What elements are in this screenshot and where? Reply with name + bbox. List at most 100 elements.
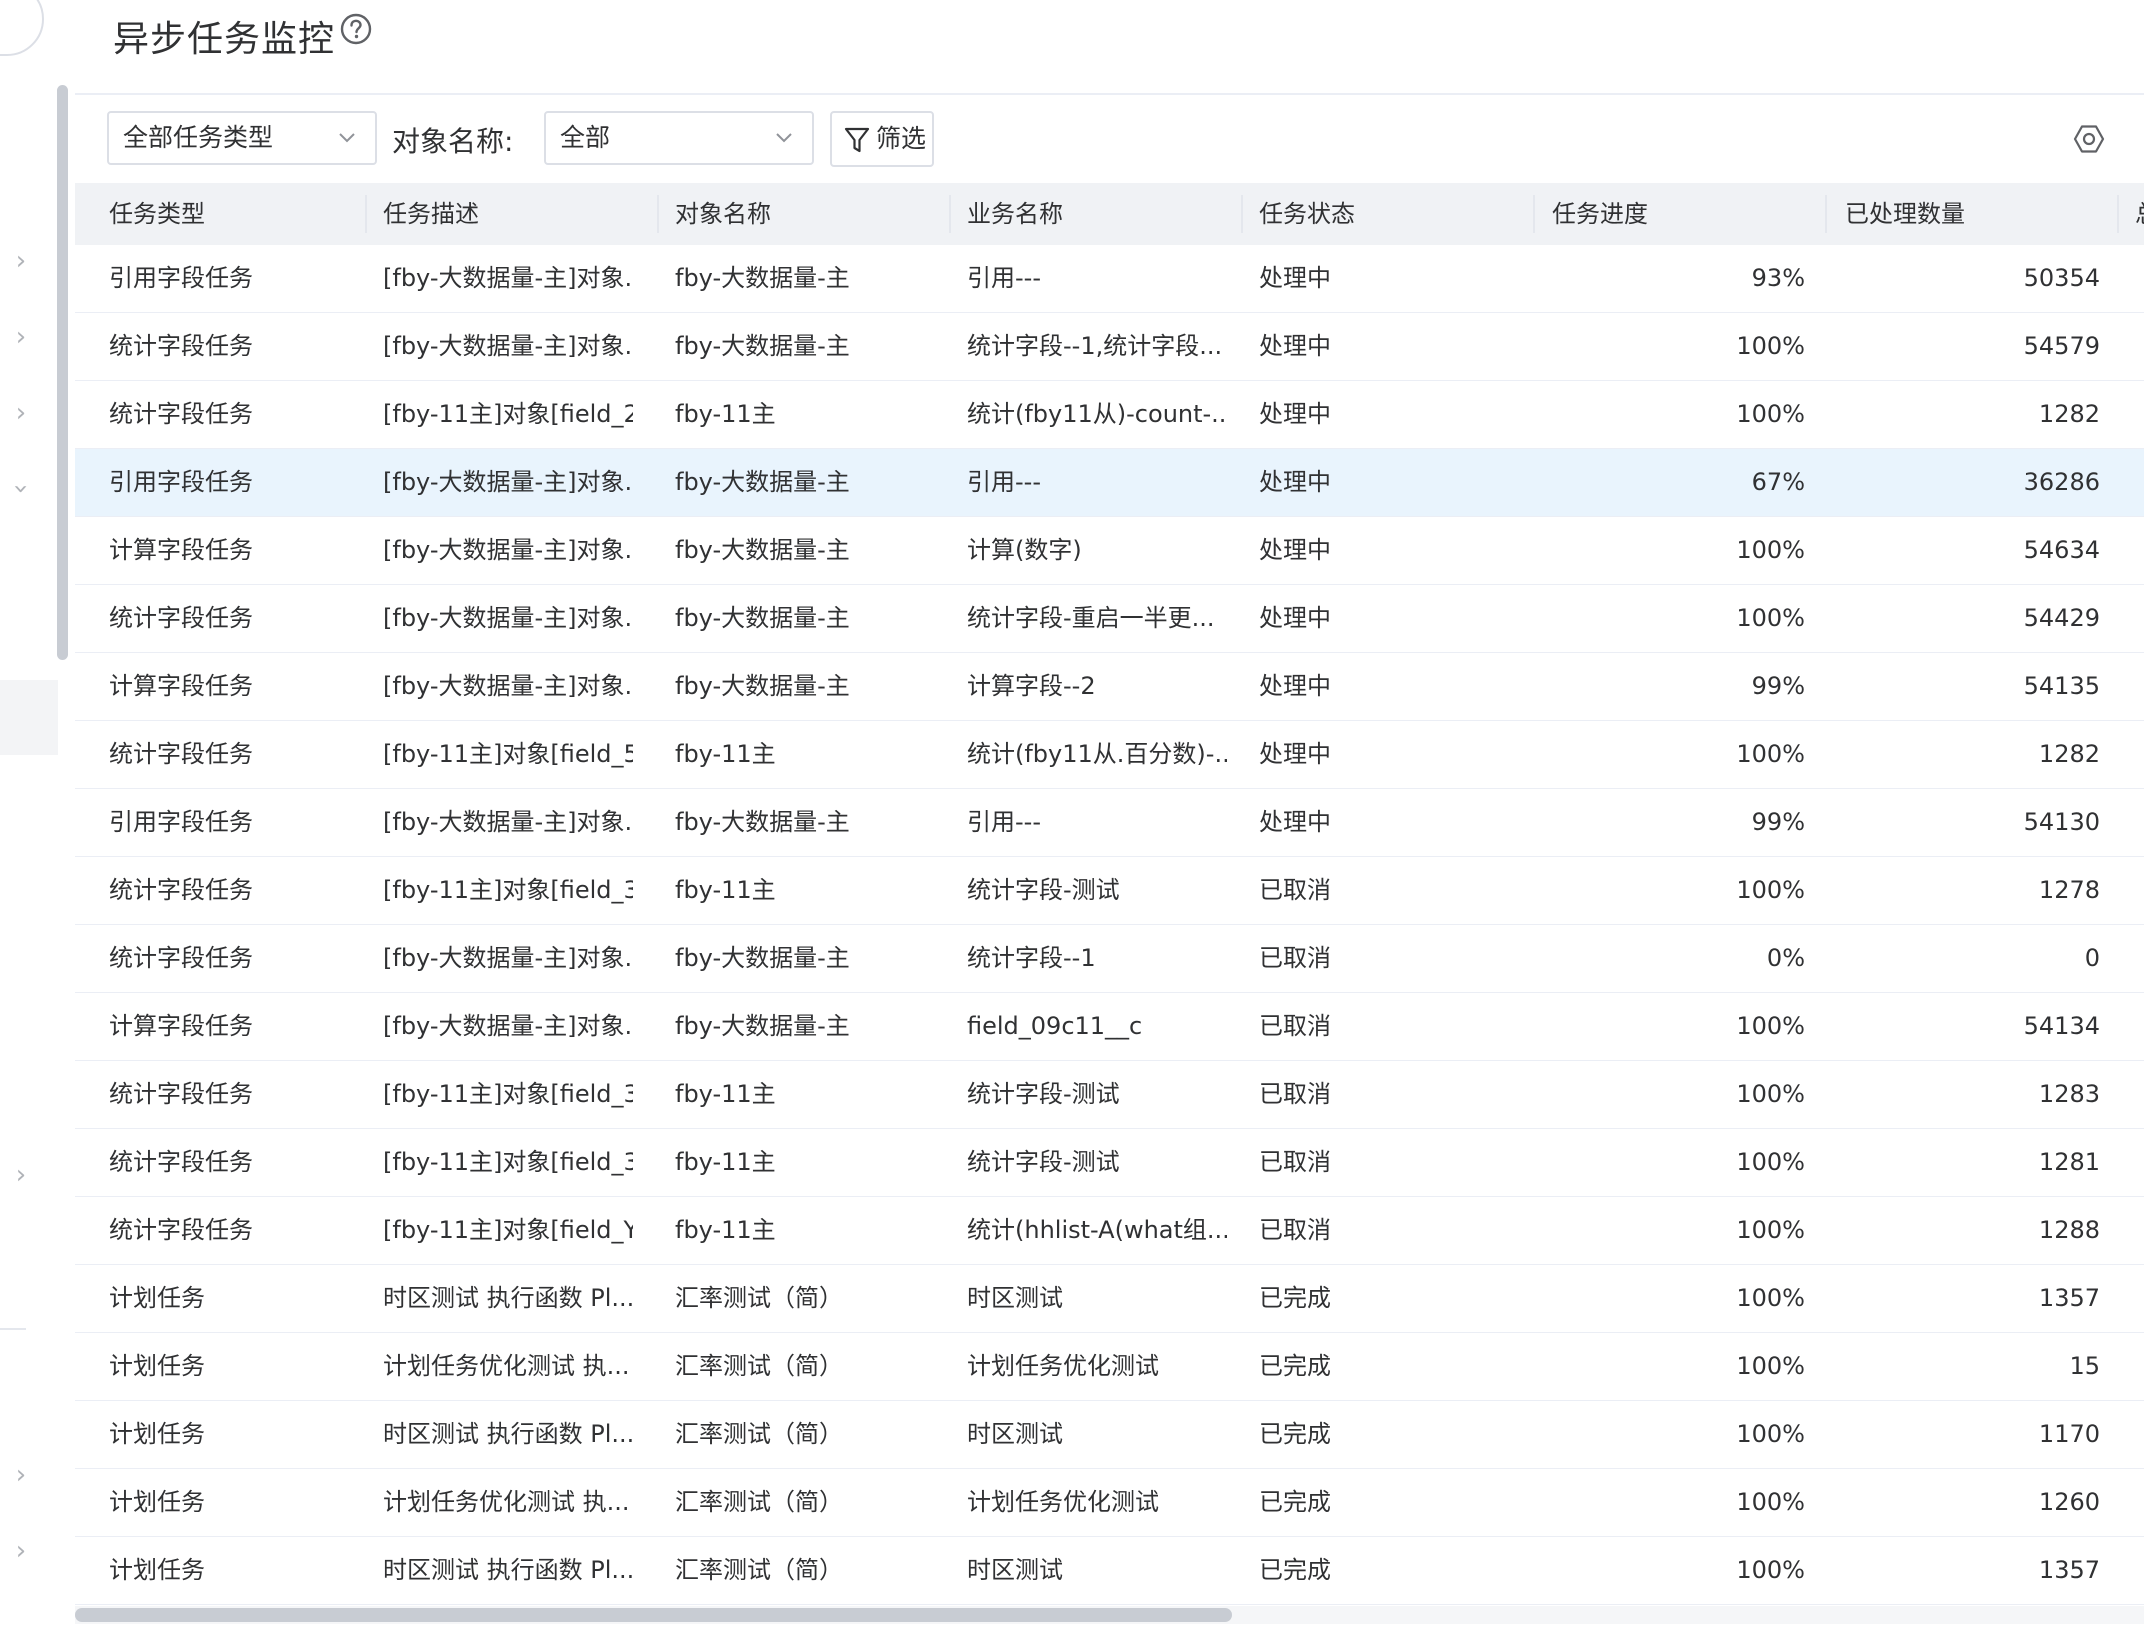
cell-task-progress: 100% xyxy=(1736,400,1805,428)
column-divider xyxy=(657,195,659,233)
cell-processed-count: 50354 xyxy=(2023,264,2100,292)
cell-processed-count: 54429 xyxy=(2023,604,2100,632)
cell-business-name: 统计(fby11从.百分数)-... xyxy=(967,740,1227,768)
horizontal-scrollbar-thumb[interactable] xyxy=(75,1608,1232,1622)
cell-object-name: fby-11主 xyxy=(675,740,776,768)
cell-task-type: 计算字段任务 xyxy=(109,536,253,564)
cell-object-name: fby-大数据量-主 xyxy=(675,944,850,972)
cell-task-description: [fby-大数据量-主]对象... xyxy=(383,264,633,292)
sidebar-divider xyxy=(0,1328,26,1330)
table-row[interactable]: 统计字段任务 [fby-大数据量-主]对象... fby-大数据量-主 统计字段--1… xyxy=(75,925,2144,993)
cell-task-progress: 100% xyxy=(1736,1556,1805,1584)
sidebar-selected-item[interactable] xyxy=(0,680,58,755)
cell-task-description: [fby-大数据量-主]对象... xyxy=(383,332,633,360)
table-row[interactable]: 计划任务 时区测试 执行函数 Pl... 汇率测试（简） 时区测试 已完成 100% 117… xyxy=(75,1401,2144,1469)
column-header-task-progress[interactable]: 任务进度 xyxy=(1552,183,1648,245)
question-circle-icon[interactable] xyxy=(340,13,372,45)
cell-task-progress: 100% xyxy=(1736,740,1805,768)
table-row[interactable]: 计算字段任务 [fby-大数据量-主]对象... fby-大数据量-主 计算(数字) 处… xyxy=(75,517,2144,585)
table-row[interactable]: 统计字段任务 [fby-11主]对象[field_2... fby-11主 统计(fb… xyxy=(75,381,2144,449)
chevron-down-icon[interactable]: › xyxy=(6,478,36,500)
chevron-right-icon[interactable]: › xyxy=(10,248,32,274)
table-row[interactable]: 统计字段任务 [fby-11主]对象[field_3... fby-11主 统计字段-… xyxy=(75,1061,2144,1129)
cell-task-type: 统计字段任务 xyxy=(109,876,253,904)
column-header-business-name[interactable]: 业务名称 xyxy=(967,183,1063,245)
cell-processed-count: 54135 xyxy=(2023,672,2100,700)
chevron-right-icon[interactable]: › xyxy=(10,400,32,426)
table-row[interactable]: 统计字段任务 [fby-大数据量-主]对象... fby-大数据量-主 统计字段--1… xyxy=(75,313,2144,381)
sidebar-scrollbar[interactable] xyxy=(57,85,68,660)
cell-task-type: 计划任务 xyxy=(109,1420,205,1448)
cell-task-status: 处理中 xyxy=(1259,264,1331,292)
cell-object-name: fby-大数据量-主 xyxy=(675,1012,850,1040)
cell-object-name: fby-大数据量-主 xyxy=(675,468,850,496)
cell-task-status: 处理中 xyxy=(1259,536,1331,564)
cell-object-name: 汇率测试（简） xyxy=(675,1284,843,1312)
cell-task-status: 处理中 xyxy=(1259,468,1331,496)
column-header-total[interactable]: 总 xyxy=(2135,183,2144,245)
table-row[interactable]: 引用字段任务 [fby-大数据量-主]对象... fby-大数据量-主 引用--- 处理… xyxy=(75,449,2144,517)
table-row[interactable]: 统计字段任务 [fby-11主]对象[field_3... fby-11主 统计字段-… xyxy=(75,1129,2144,1197)
table-row[interactable]: 引用字段任务 [fby-大数据量-主]对象... fby-大数据量-主 引用--- 处理… xyxy=(75,789,2144,857)
cell-task-type: 引用字段任务 xyxy=(109,264,253,292)
cell-task-description: [fby-11主]对象[field_5... xyxy=(383,740,633,768)
cell-task-description: [fby-11主]对象[field_3... xyxy=(383,876,633,904)
cell-object-name: fby-11主 xyxy=(675,1080,776,1108)
cell-business-name: 统计字段--1,统计字段... xyxy=(967,332,1223,360)
cell-task-status: 处理中 xyxy=(1259,604,1331,632)
table-row[interactable]: 计划任务 时区测试 执行函数 Pl... 汇率测试（简） 时区测试 已完成 100% 135… xyxy=(75,1265,2144,1333)
cell-processed-count: 54130 xyxy=(2023,808,2100,836)
table-row[interactable]: 计划任务 计划任务优化测试 执... 汇率测试（简） 计划任务优化测试 已完成 100% 1… xyxy=(75,1333,2144,1401)
task-type-select[interactable]: 全部任务类型 xyxy=(107,111,377,165)
table-row[interactable]: 统计字段任务 [fby-大数据量-主]对象... fby-大数据量-主 统计字段-重启… xyxy=(75,585,2144,653)
cell-task-status: 已完成 xyxy=(1259,1488,1331,1516)
table-row[interactable]: 统计字段任务 [fby-11主]对象[field_Y... fby-11主 统计(hh… xyxy=(75,1197,2144,1265)
table-row[interactable]: 计划任务 计划任务优化测试 执... 汇率测试（简） 计划任务优化测试 已完成 100% 1… xyxy=(75,1469,2144,1537)
table-row[interactable]: 计算字段任务 [fby-大数据量-主]对象... fby-大数据量-主 field_0… xyxy=(75,993,2144,1061)
cell-processed-count: 1278 xyxy=(2038,876,2100,904)
cell-object-name: fby-11主 xyxy=(675,1148,776,1176)
filter-button[interactable]: 筛选 xyxy=(830,111,934,167)
table-row[interactable]: 引用字段任务 [fby-大数据量-主]对象... fby-大数据量-主 引用--- 处理… xyxy=(75,245,2144,313)
chevron-right-icon[interactable]: › xyxy=(10,1462,32,1488)
cell-task-status: 处理中 xyxy=(1259,740,1331,768)
cell-business-name: 统计(hhlist-A(what组... xyxy=(967,1216,1227,1244)
cell-task-status: 处理中 xyxy=(1259,400,1331,428)
cell-business-name: 计划任务优化测试 xyxy=(967,1352,1159,1380)
cell-task-progress: 100% xyxy=(1736,1488,1805,1516)
column-header-processed-count[interactable]: 已处理数量 xyxy=(1845,183,1965,245)
cell-task-progress: 100% xyxy=(1736,1284,1805,1312)
cell-object-name: fby-大数据量-主 xyxy=(675,672,850,700)
settings-hexagon-icon[interactable] xyxy=(2073,123,2105,155)
filter-toolbar: 全部任务类型 对象名称: 全部 筛选 xyxy=(75,95,2144,183)
collapse-toggle[interactable] xyxy=(0,0,44,56)
table-row[interactable]: 统计字段任务 [fby-11主]对象[field_5... fby-11主 统计(fb… xyxy=(75,721,2144,789)
cell-task-status: 已取消 xyxy=(1259,1148,1331,1176)
column-header-object-name[interactable]: 对象名称 xyxy=(675,183,771,245)
cell-task-description: 时区测试 执行函数 Pl... xyxy=(383,1556,633,1584)
task-table: 任务类型 任务描述 对象名称 业务名称 任务状态 任务进度 已处理数量 总 引用… xyxy=(75,183,2144,1605)
column-header-task-description[interactable]: 任务描述 xyxy=(383,183,479,245)
table-row[interactable]: 计划任务 时区测试 执行函数 Pl... 汇率测试（简） 时区测试 已完成 100% 135… xyxy=(75,1537,2144,1605)
column-divider xyxy=(2117,195,2119,233)
chevron-right-icon[interactable]: › xyxy=(10,1162,32,1188)
object-name-select-value: 全部 xyxy=(560,123,611,152)
cell-task-type: 统计字段任务 xyxy=(109,740,253,768)
cell-object-name: 汇率测试（简） xyxy=(675,1556,843,1584)
chevron-right-icon[interactable]: › xyxy=(10,1538,32,1564)
cell-task-description: [fby-大数据量-主]对象... xyxy=(383,808,633,836)
object-name-select[interactable]: 全部 xyxy=(544,111,814,165)
cell-task-status: 已取消 xyxy=(1259,1216,1331,1244)
cell-object-name: fby-大数据量-主 xyxy=(675,332,850,360)
cell-task-progress: 100% xyxy=(1736,536,1805,564)
column-header-task-type[interactable]: 任务类型 xyxy=(109,183,205,245)
chevron-right-icon[interactable]: › xyxy=(10,324,32,350)
cell-task-type: 计划任务 xyxy=(109,1352,205,1380)
cell-processed-count: 1288 xyxy=(2038,1216,2100,1244)
table-row[interactable]: 计算字段任务 [fby-大数据量-主]对象... fby-大数据量-主 计算字段--2… xyxy=(75,653,2144,721)
column-divider xyxy=(1241,195,1243,233)
column-header-task-status[interactable]: 任务状态 xyxy=(1259,183,1355,245)
table-row[interactable]: 统计字段任务 [fby-11主]对象[field_3... fby-11主 统计字段-… xyxy=(75,857,2144,925)
cell-task-progress: 67% xyxy=(1751,468,1805,496)
column-divider xyxy=(1825,195,1827,233)
